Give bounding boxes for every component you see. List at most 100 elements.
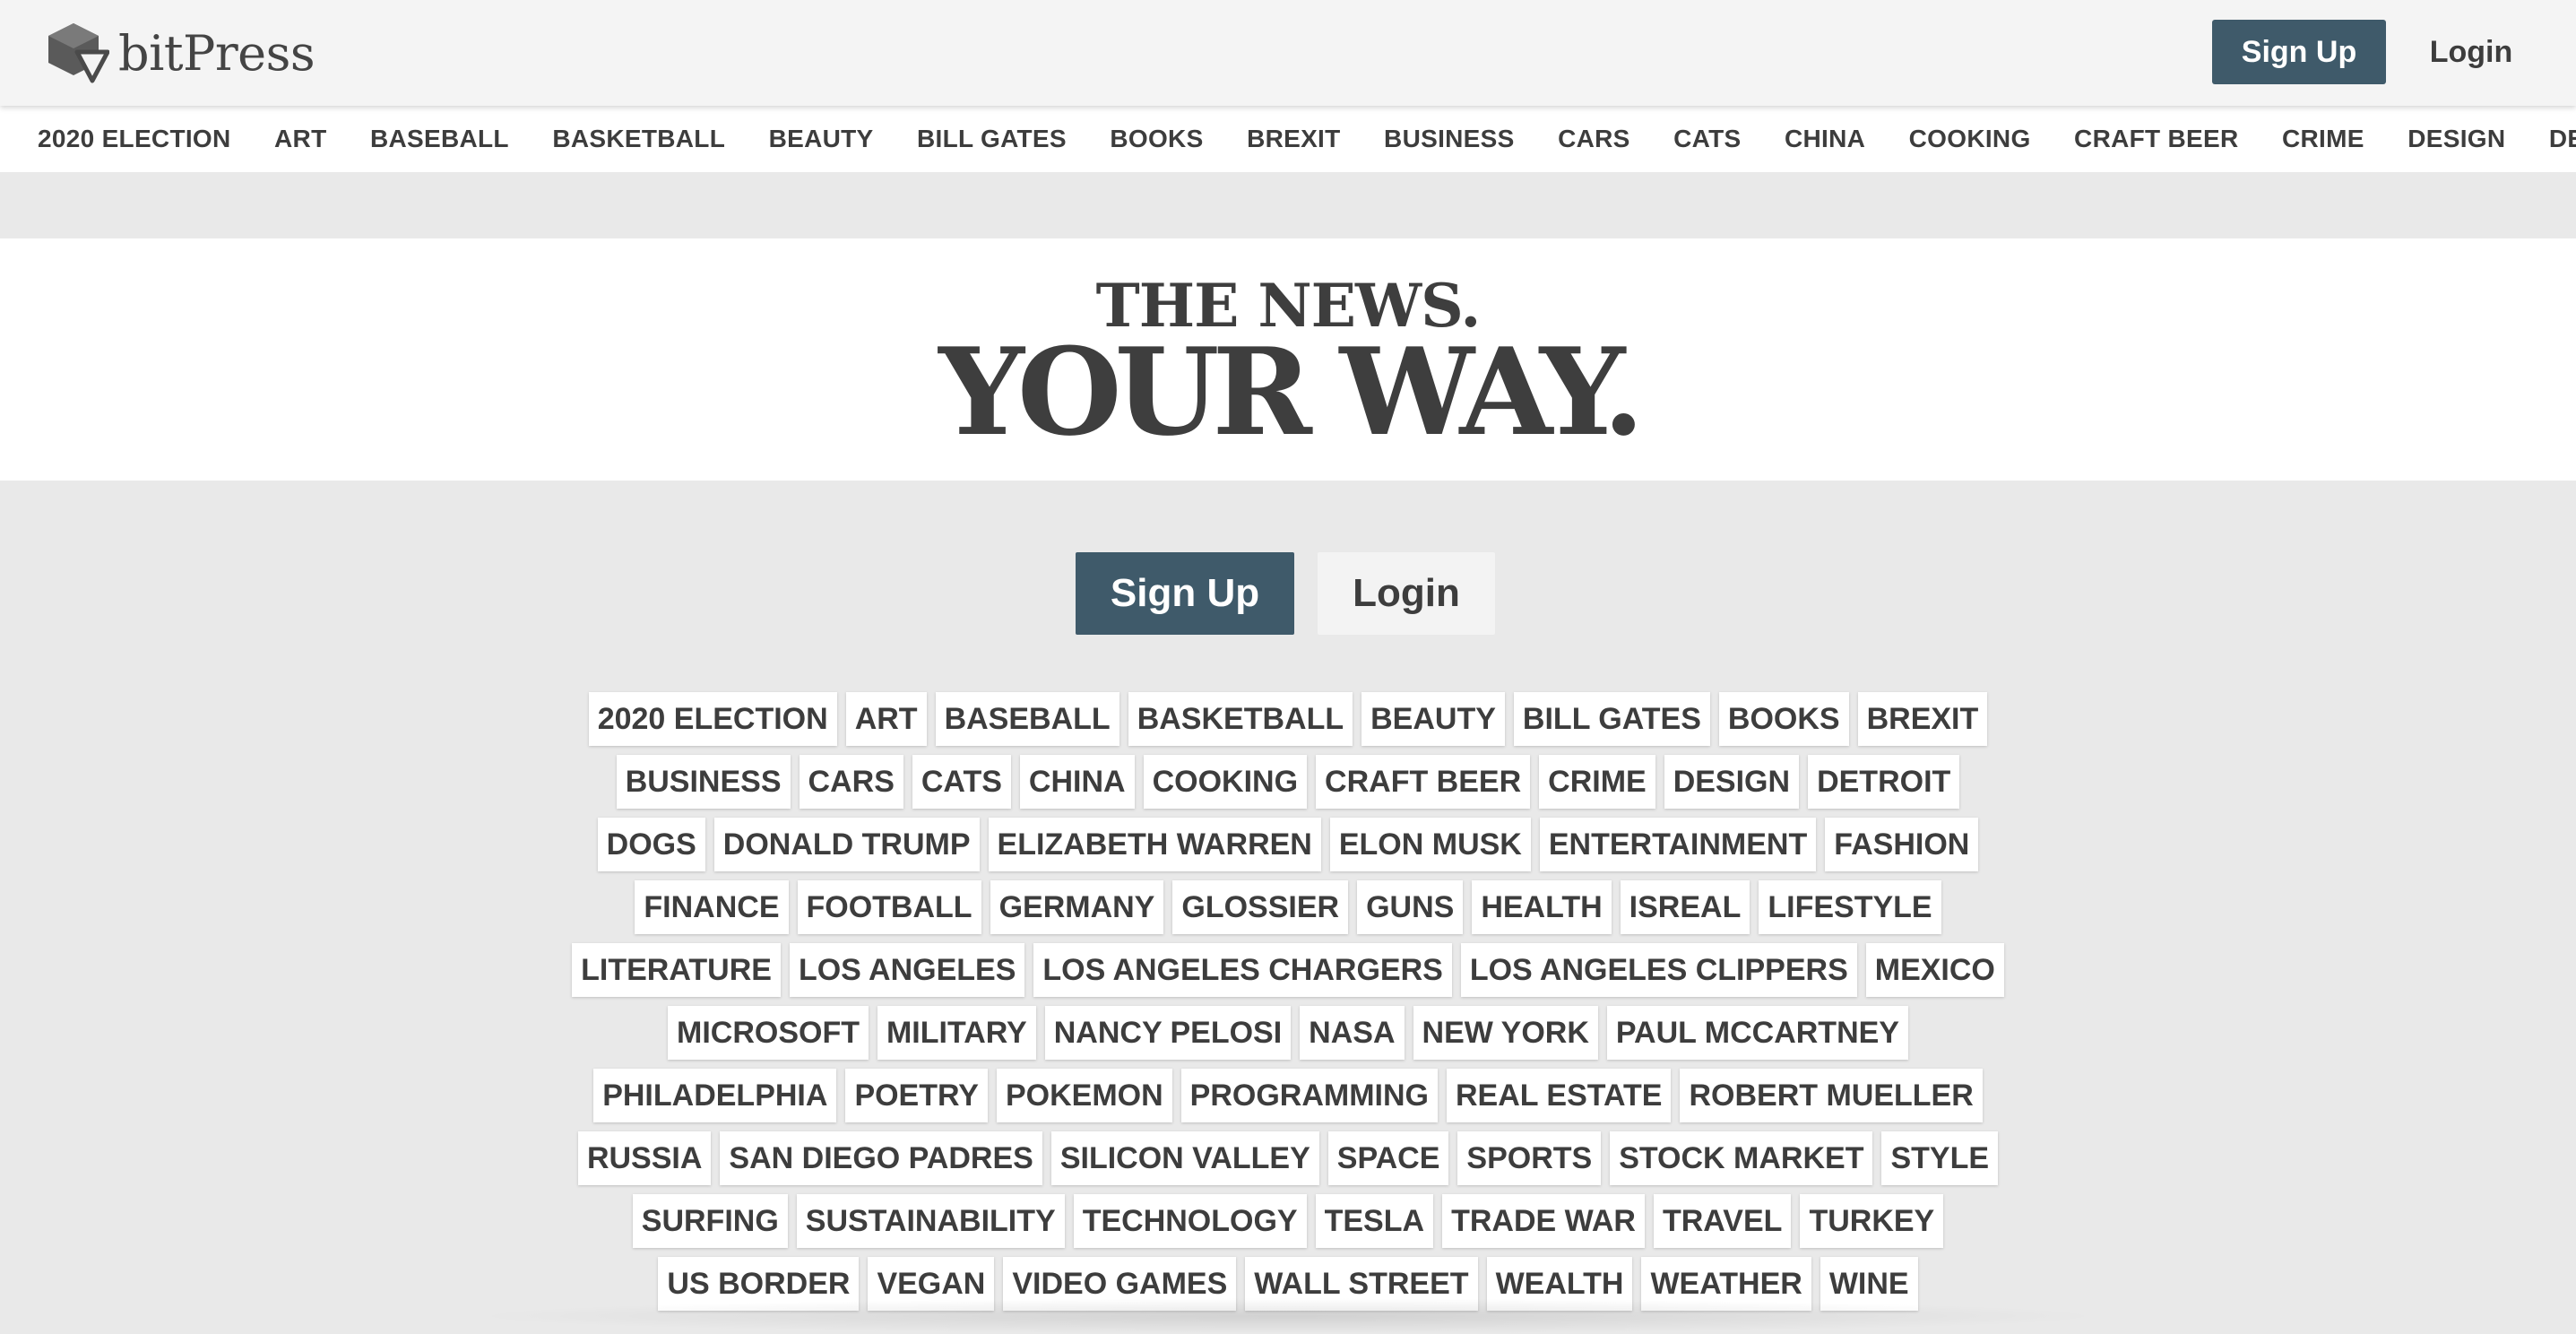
topic-tag-dogs[interactable]: DOGS: [597, 818, 705, 871]
topic-tag-sustainability[interactable]: SUSTAINABILITY: [796, 1194, 1065, 1248]
topic-tag-poetry[interactable]: POETRY: [845, 1069, 988, 1122]
topic-tag-elizabeth-warren[interactable]: ELIZABETH WARREN: [988, 818, 1321, 871]
topic-tag-beauty[interactable]: BEAUTY: [1361, 692, 1505, 746]
nav-category-china[interactable]: CHINA: [1785, 125, 1865, 153]
topic-tag-crime[interactable]: CRIME: [1539, 755, 1655, 809]
nav-category-craft-beer[interactable]: CRAFT BEER: [2074, 125, 2238, 153]
topic-tag-vegan[interactable]: VEGAN: [868, 1257, 995, 1311]
tag-row: RUSSIA SAN DIEGO PADRES SILICON VALLEY SPAC…: [574, 1131, 2002, 1194]
topic-tag-germany[interactable]: GERMANY: [990, 880, 1164, 934]
topic-tag-san-diego-padres[interactable]: SAN DIEGO PADRES: [720, 1131, 1042, 1185]
topic-tag-cars[interactable]: CARS: [799, 755, 903, 809]
topic-tag-wall-street[interactable]: WALL STREET: [1245, 1257, 1478, 1311]
topic-tag-design[interactable]: DESIGN: [1664, 755, 1800, 809]
topic-tag-china[interactable]: CHINA: [1019, 755, 1135, 809]
topic-tag-wealth[interactable]: WEALTH: [1486, 1257, 1633, 1311]
topic-tag-wine[interactable]: WINE: [1820, 1257, 1918, 1311]
header-login-button[interactable]: Login: [2411, 20, 2531, 84]
topic-tag-elon-musk[interactable]: ELON MUSK: [1329, 818, 1531, 871]
topic-tag-real-estate[interactable]: REAL ESTATE: [1447, 1069, 1672, 1122]
tag-row: SURFING SUSTAINABILITY TECHNOLOGY TESLA TRAD…: [574, 1194, 2002, 1257]
topic-tag-nancy-pelosi[interactable]: NANCY PELOSI: [1044, 1006, 1292, 1060]
topic-tag-football[interactable]: FOOTBALL: [797, 880, 981, 934]
topic-tag-pokemon[interactable]: POKEMON: [996, 1069, 1172, 1122]
topic-tag-nasa[interactable]: NASA: [1300, 1006, 1405, 1060]
topic-tag-space[interactable]: SPACE: [1327, 1131, 1449, 1185]
topic-tag-lifestyle[interactable]: LIFESTYLE: [1759, 880, 1941, 934]
topic-tag-tesla[interactable]: TESLA: [1315, 1194, 1434, 1248]
topic-tag-los-angeles[interactable]: LOS ANGELES: [789, 943, 1025, 997]
topic-tag-art[interactable]: ART: [845, 692, 927, 746]
topic-tag-glossier[interactable]: GLOSSIER: [1172, 880, 1349, 934]
tag-row: FINANCE FOOTBALL GERMANY GLOSSIER GUNS HEALTH…: [574, 880, 2002, 943]
topic-tag-us-border[interactable]: US BORDER: [658, 1257, 860, 1311]
topic-tag-baseball[interactable]: BASEBALL: [935, 692, 1119, 746]
topic-tag-stock-market[interactable]: STOCK MARKET: [1610, 1131, 1873, 1185]
topic-tag-books[interactable]: BOOKS: [1718, 692, 1849, 746]
topic-tag-trade-war[interactable]: TRADE WAR: [1442, 1194, 1645, 1248]
topic-tag-basketball[interactable]: BASKETBALL: [1128, 692, 1353, 746]
topic-tag-los-angeles-clippers[interactable]: LOS ANGELES CLIPPERS: [1460, 943, 1857, 997]
nav-category-crime[interactable]: CRIME: [2282, 125, 2364, 153]
category-nav: 2020 ELECTION ART BASEBALL BASKETBALL BEAUTY…: [0, 106, 2576, 172]
nav-category-brexit[interactable]: BREXIT: [1247, 125, 1340, 153]
nav-category-business[interactable]: BUSINESS: [1384, 125, 1515, 153]
topic-tag-surfing[interactable]: SURFING: [632, 1194, 788, 1248]
topic-tag-fashion[interactable]: FASHION: [1825, 818, 1979, 871]
topic-tag-literature[interactable]: LITERATURE: [572, 943, 781, 997]
topic-tag-detroit[interactable]: DETROIT: [1808, 755, 1960, 809]
topic-tag-technology[interactable]: TECHNOLOGY: [1073, 1194, 1307, 1248]
topic-tag-cooking[interactable]: COOKING: [1143, 755, 1308, 809]
header-signup-button[interactable]: Sign Up: [2212, 20, 2386, 84]
site-logo[interactable]: bitPress: [47, 20, 316, 86]
site-header: bitPress Sign Up Login: [0, 0, 2576, 106]
topic-tag-bill-gates[interactable]: BILL GATES: [1513, 692, 1710, 746]
topic-tag-travel[interactable]: TRAVEL: [1653, 1194, 1792, 1248]
topic-tag-paul-mccartney[interactable]: PAUL MCCARTNEY: [1606, 1006, 1908, 1060]
topic-tag-donald-trump[interactable]: DONALD TRUMP: [713, 818, 980, 871]
topic-tag-philadelphia[interactable]: PHILADELPHIA: [593, 1069, 837, 1122]
topic-tag-style[interactable]: STYLE: [1881, 1131, 1999, 1185]
nav-category-cars[interactable]: CARS: [1558, 125, 1630, 153]
topic-tag-sports[interactable]: SPORTS: [1457, 1131, 1602, 1185]
topic-tag-los-angeles-chargers[interactable]: LOS ANGELES CHARGERS: [1033, 943, 1452, 997]
topic-tag-cats[interactable]: CATS: [912, 755, 1011, 809]
topic-tag-2020-election[interactable]: 2020 ELECTION: [588, 692, 837, 746]
topic-tag-health[interactable]: HEALTH: [1472, 880, 1612, 934]
nav-category-basketball[interactable]: BASKETBALL: [552, 125, 725, 153]
topic-tag-new-york[interactable]: NEW YORK: [1413, 1006, 1598, 1060]
nav-category-2020-election[interactable]: 2020 ELECTION: [38, 125, 231, 153]
nav-category-cooking[interactable]: COOKING: [1909, 125, 2031, 153]
login-button[interactable]: Login: [1318, 552, 1495, 635]
topic-tag-turkey[interactable]: TURKEY: [1800, 1194, 1944, 1248]
topic-tag-finance[interactable]: FINANCE: [635, 880, 789, 934]
nav-category-detroit[interactable]: DETROIT: [2549, 125, 2576, 153]
topic-tag-silicon-valley[interactable]: SILICON VALLEY: [1050, 1131, 1319, 1185]
signup-button[interactable]: Sign Up: [1076, 552, 1294, 635]
topic-tag-robert-mueller[interactable]: ROBERT MUELLER: [1680, 1069, 1983, 1122]
nav-category-baseball[interactable]: BASEBALL: [370, 125, 509, 153]
topic-tag-weather[interactable]: WEATHER: [1641, 1257, 1811, 1311]
tag-row: BUSINESS CARS CATS CHINA COOKING CRAFT BEER CR…: [574, 755, 2002, 818]
topic-tag-isreal[interactable]: ISREAL: [1620, 880, 1750, 934]
topic-tag-craft-beer[interactable]: CRAFT BEER: [1316, 755, 1531, 809]
topic-tag-microsoft[interactable]: MICROSOFT: [668, 1006, 869, 1060]
tag-row: 2020 ELECTION ART BASEBALL BASKETBALL BEAUTY…: [574, 692, 2002, 755]
nav-category-design[interactable]: DESIGN: [2407, 125, 2505, 153]
nav-category-bill-gates[interactable]: BILL GATES: [917, 125, 1067, 153]
topic-tag-mexico[interactable]: MEXICO: [1865, 943, 2004, 997]
nav-category-art[interactable]: ART: [274, 125, 326, 153]
topic-tag-video-games[interactable]: VIDEO GAMES: [1003, 1257, 1237, 1311]
topic-tag-military[interactable]: MILITARY: [877, 1006, 1036, 1060]
topic-tag-business[interactable]: BUSINESS: [616, 755, 791, 809]
nav-category-books[interactable]: BOOKS: [1110, 125, 1203, 153]
topic-tag-guns[interactable]: GUNS: [1357, 880, 1464, 934]
topic-tag-programming[interactable]: PROGRAMMING: [1180, 1069, 1438, 1122]
topic-tag-cloud: 2020 ELECTION ART BASEBALL BASKETBALL BEAUTY…: [572, 692, 2004, 1320]
nav-category-beauty[interactable]: BEAUTY: [769, 125, 874, 153]
logo-cube-icon: [48, 23, 109, 83]
topic-tag-russia[interactable]: RUSSIA: [577, 1131, 712, 1185]
topic-tag-entertainment[interactable]: ENTERTAINMENT: [1539, 818, 1817, 871]
topic-tag-brexit[interactable]: BREXIT: [1857, 692, 1988, 746]
nav-category-cats[interactable]: CATS: [1673, 125, 1741, 153]
